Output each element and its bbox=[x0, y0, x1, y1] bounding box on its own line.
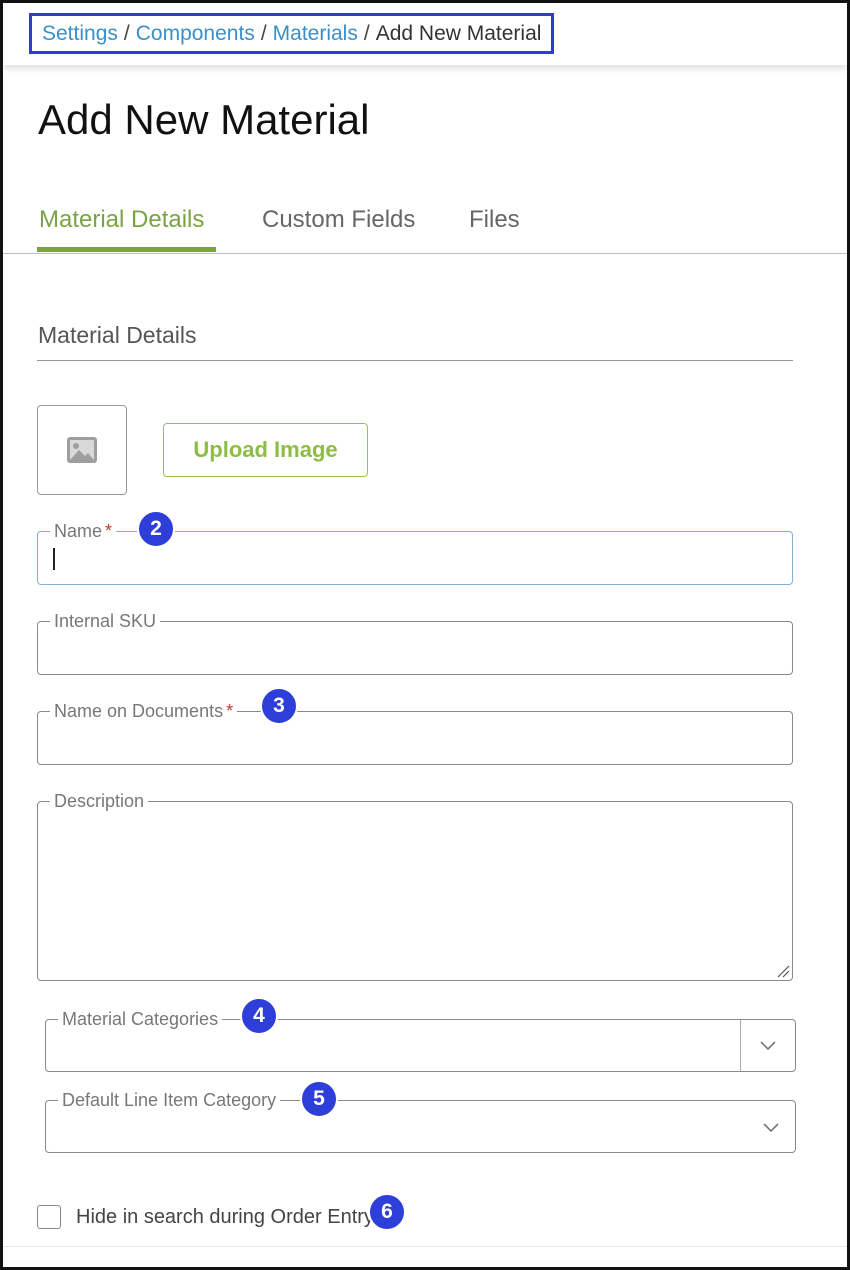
required-marker: * bbox=[226, 701, 234, 721]
breadcrumb-separator: / bbox=[260, 21, 267, 45]
material-categories-select[interactable]: Material Categories bbox=[45, 1008, 796, 1072]
breadcrumb-materials-link[interactable]: Materials bbox=[273, 22, 358, 46]
footer-divider bbox=[3, 1246, 847, 1247]
breadcrumb-components-link[interactable]: Components bbox=[136, 22, 255, 46]
chevron-down-icon[interactable] bbox=[759, 1040, 777, 1051]
chevron-down-icon[interactable] bbox=[762, 1122, 780, 1133]
resize-handle-icon[interactable] bbox=[776, 964, 790, 978]
name-on-documents-label-text: Name on Documents bbox=[54, 701, 224, 721]
name-label-text: Name bbox=[54, 521, 103, 541]
callout-badge-3: 3 bbox=[260, 687, 298, 725]
internal-sku-label: Internal SKU bbox=[50, 610, 161, 632]
name-on-documents-label: Name on Documents * bbox=[50, 700, 238, 722]
section-divider bbox=[37, 360, 793, 361]
callout-badge-2: 2 bbox=[137, 510, 175, 548]
description-textarea[interactable]: Description bbox=[37, 790, 793, 981]
page-title: Add New Material bbox=[38, 96, 370, 143]
internal-sku-field[interactable]: Internal SKU bbox=[37, 610, 793, 675]
hide-in-search-label[interactable]: Hide in search during Order Entry bbox=[76, 1206, 374, 1229]
breadcrumb: Settings / Components / Materials / Add … bbox=[29, 13, 555, 54]
material-categories-label: Material Categories bbox=[58, 1008, 223, 1030]
breadcrumb-separator: / bbox=[123, 21, 130, 45]
section-title: Material Details bbox=[38, 322, 197, 348]
tab-custom-fields[interactable]: Custom Fields bbox=[262, 206, 415, 234]
callout-badge-6: 6 bbox=[368, 1193, 406, 1231]
image-placeholder-icon bbox=[67, 437, 97, 463]
tab-material-details[interactable]: Material Details bbox=[39, 206, 204, 234]
hide-in-search-checkbox[interactable] bbox=[37, 1205, 61, 1229]
breadcrumb-current: Add New Material bbox=[375, 21, 542, 45]
tab-files[interactable]: Files bbox=[469, 206, 520, 234]
active-tab-indicator bbox=[37, 247, 216, 252]
tab-bar: Material Details Custom Fields Files bbox=[3, 190, 847, 254]
material-image-placeholder[interactable] bbox=[37, 405, 127, 495]
callout-badge-5: 5 bbox=[300, 1080, 338, 1118]
name-on-documents-field[interactable]: Name on Documents * bbox=[37, 700, 793, 765]
required-marker: * bbox=[105, 521, 113, 541]
callout-badge-4: 4 bbox=[240, 997, 278, 1035]
top-bar: Settings / Components / Materials / Add … bbox=[3, 3, 847, 65]
default-line-item-category-label: Default Line Item Category bbox=[58, 1089, 281, 1111]
breadcrumb-separator: / bbox=[363, 21, 370, 45]
upload-image-button[interactable]: Upload Image bbox=[163, 423, 368, 477]
description-label: Description bbox=[50, 790, 149, 812]
select-divider bbox=[740, 1020, 741, 1071]
breadcrumb-settings-link[interactable]: Settings bbox=[42, 22, 118, 46]
default-line-item-category-select[interactable]: Default Line Item Category bbox=[45, 1089, 796, 1153]
name-label: Name * bbox=[50, 520, 117, 542]
text-cursor bbox=[53, 548, 55, 570]
